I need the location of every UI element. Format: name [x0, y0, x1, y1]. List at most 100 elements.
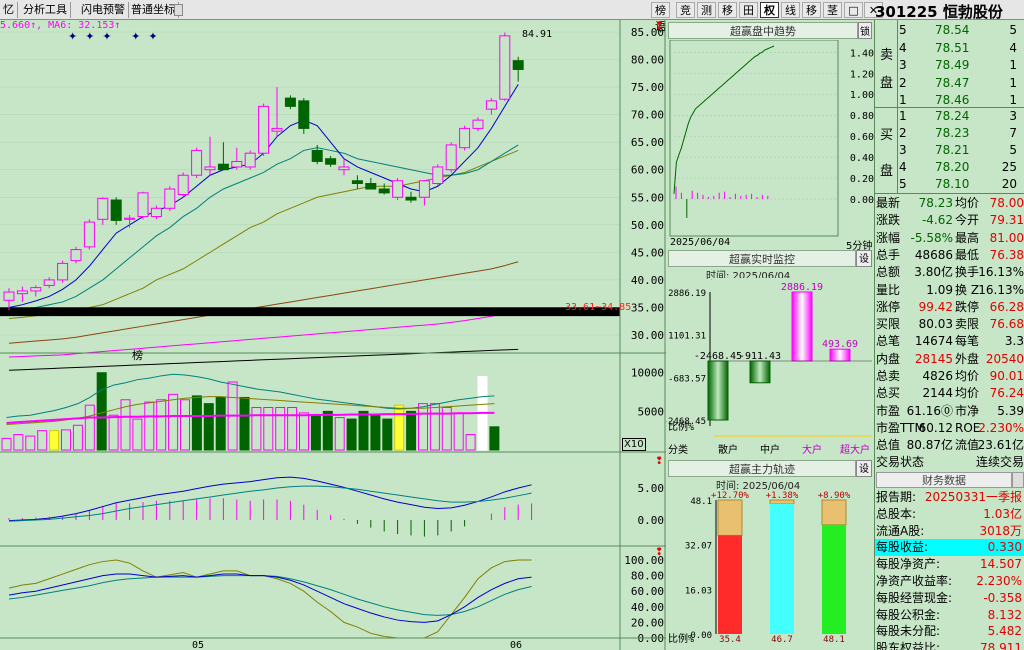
ask-level: 4 [899, 40, 907, 55]
indicator-label: 榜 [132, 349, 143, 362]
quote-row: 总卖 4826 均价 90.01 [875, 368, 1024, 385]
volume-bar [1, 437, 12, 451]
volume-bar [310, 414, 321, 451]
toolbar-right-btn-7[interactable]: 移 [802, 2, 821, 18]
quote-row: 量比 1.09 换 Z 16.13% [875, 282, 1024, 299]
toolbar-item-0[interactable]: 忆 [0, 2, 18, 18]
quote-label: 买限 [876, 317, 901, 332]
finance-row: 净资产收益率: 2.230% [875, 573, 1024, 590]
volume-bar [61, 429, 71, 451]
lock-button[interactable]: 锁 [858, 22, 872, 39]
candle-6 [83, 219, 95, 250]
kdj-alert-icon[interactable]: ❢ [655, 547, 663, 558]
candle-body [459, 127, 471, 149]
finance-dropdown-icon[interactable] [1012, 472, 1024, 488]
candle-15 [204, 136, 216, 176]
intraday-tick: 1.40 [850, 48, 874, 59]
candle-35 [472, 117, 484, 132]
toolbar-right-btn-3[interactable]: 移 [718, 2, 737, 18]
quote-value: 4826 [922, 369, 953, 383]
bid-level: 1 [899, 109, 907, 123]
finance-row: 每股公积金: 8.132 [875, 607, 1024, 624]
toolbar-right-btn-2[interactable]: 测 [697, 2, 716, 18]
quote-value-2: 20540 [985, 351, 1024, 366]
normal-coord-button[interactable]: 普通坐标 [128, 2, 179, 18]
candle-2 [30, 285, 42, 297]
main-trend-settings-button[interactable]: 设 [856, 460, 872, 477]
candle-36 [485, 98, 497, 115]
quote-value-2: 78.00 [989, 196, 1024, 210]
candle-body [231, 160, 243, 168]
quote-row: 市盈 61.16⓪ 市净 5.39 [875, 403, 1024, 420]
toolbar-right-btn-4[interactable]: 田 [739, 2, 758, 18]
main-chart-area: 85.0080.0075.0070.0065.0060.0055.0050.00… [0, 20, 666, 650]
quote-value-2: 23.61亿 [977, 438, 1024, 453]
candle-23 [311, 144, 323, 165]
candle-body [43, 279, 55, 286]
toolbar-right-btn-1[interactable]: 竞 [676, 2, 695, 18]
bid-price: 78.21 [935, 143, 970, 157]
candle-34 [459, 125, 471, 151]
candle-7 [97, 197, 109, 225]
monitor-settings-button[interactable]: 设 [856, 250, 872, 267]
bid-volume: 25 [1001, 160, 1017, 174]
toolbar-right-btn-9[interactable]: □ [844, 2, 863, 18]
volume-bar [299, 412, 309, 451]
candlesticks [3, 32, 524, 311]
candle-11 [150, 205, 162, 220]
toolbar-right-btn-6[interactable]: 线 [781, 2, 800, 18]
volume-bar [382, 418, 393, 451]
quote-label-2: 均价 [955, 386, 980, 401]
trend-tick: 16.03 [685, 586, 712, 596]
trend-bar-0 [718, 535, 742, 634]
volume-bar [453, 412, 464, 451]
quote-label-2: 市净 [955, 403, 980, 418]
ma120-line [8, 310, 519, 358]
bid-level: 2 [899, 126, 907, 140]
finance-tab[interactable]: 财务数据 [876, 472, 1012, 488]
candle-28 [378, 183, 390, 195]
flash-alert-button[interactable]: 闪电预警 [78, 2, 129, 18]
monitor-bar-1 [749, 360, 771, 384]
ask-price: 78.54 [935, 23, 970, 37]
trade-status-label: 交易状态 [876, 455, 925, 469]
quote-label-2: 最高 [955, 230, 980, 245]
toolbar-right-btn-8[interactable]: 茎 [823, 2, 842, 18]
dropdown-icon[interactable] [174, 4, 183, 16]
macd-alert-icon[interactable]: ❢ [655, 456, 663, 467]
quote-row: 总值 80.87亿 流值 23.61亿 [875, 437, 1024, 454]
intraday-tick: 1.00 [850, 90, 874, 101]
quote-value: 28145 [914, 351, 953, 366]
macd-dif-line [8, 476, 532, 522]
toolbar-right-btn-0[interactable]: 榜语 [651, 2, 670, 33]
volume-bar [358, 410, 369, 451]
quote-value-2: 5.39 [997, 403, 1024, 418]
trend-ratio-label: 比例% [668, 632, 694, 645]
toolbar-right-btn-5[interactable]: 权 [760, 2, 779, 18]
analysis-tools-button[interactable]: 分析工具 [20, 2, 71, 18]
trend-top-label: +12.70% [711, 491, 750, 501]
kline-alert-icon[interactable]: ❢ [655, 21, 663, 32]
stock-header: 301225 恒勃股份 [875, 1, 1003, 22]
kdj-tick: 20.00 [631, 616, 664, 629]
finance-row: 每股未分配: 5.482 [875, 623, 1024, 640]
quote-label-2: 外盘 [955, 351, 980, 366]
candle-body [97, 197, 109, 220]
macd-tick: 0.00 [638, 514, 665, 527]
volume-bar [489, 426, 500, 451]
volume-bar [180, 399, 190, 451]
intraday-date: 2025/06/04 [670, 237, 731, 248]
candle-13 [177, 172, 189, 198]
candle-31 [418, 180, 430, 206]
quote-label: 市盈 [876, 403, 901, 418]
price-tick: 65.00 [631, 136, 664, 149]
quote-label: 总买 [876, 386, 901, 401]
candle-body [110, 199, 122, 221]
finance-row: 股东权益比: 78.911 [875, 640, 1024, 650]
monitor-title: 超赢实时监控 [668, 250, 856, 267]
volume-panel: 10000 5000 [1, 367, 664, 451]
quote-value: 3.80亿 [914, 265, 953, 280]
volume-bar [49, 430, 60, 451]
quote-row: 总笔 14674 每笔 3.3 [875, 333, 1024, 350]
intraday-tick: 0.60 [850, 132, 874, 143]
